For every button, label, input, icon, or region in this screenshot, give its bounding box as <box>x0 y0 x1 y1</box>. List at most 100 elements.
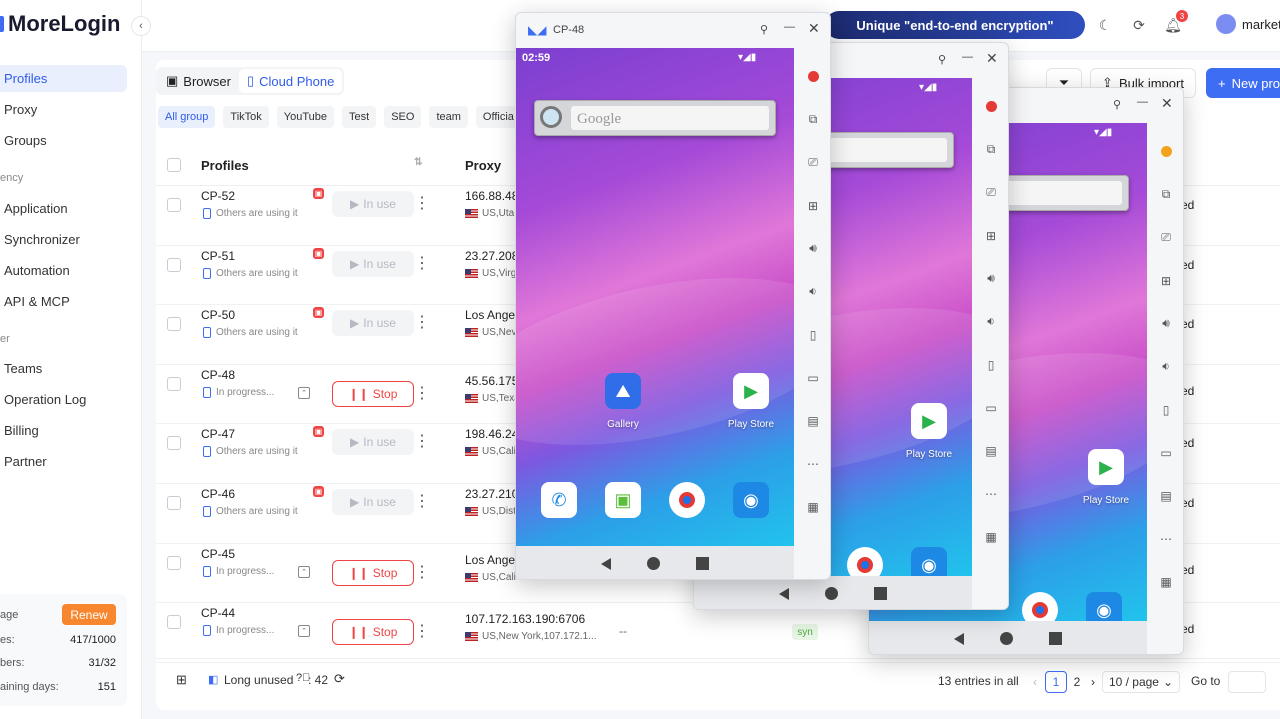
google-search-bar[interactable]: Google <box>534 100 776 136</box>
minimize-icon[interactable]: — <box>784 21 795 33</box>
goto-input[interactable] <box>1228 671 1266 693</box>
group-all[interactable]: All group <box>158 106 216 128</box>
more-actions-icon[interactable]: ⋮ <box>414 312 430 332</box>
profile-name[interactable]: CP-50 <box>201 308 235 322</box>
phone-dialer-icon[interactable]: ✆ <box>541 482 577 518</box>
volume-down-icon[interactable]: 🔉︎ <box>1162 345 1170 388</box>
video-icon[interactable]: ▭ <box>807 356 818 399</box>
keyboard-icon[interactable]: ▦ <box>807 485 818 528</box>
pin-icon[interactable]: ⚲ <box>1113 98 1121 111</box>
more-actions-icon[interactable]: ⋮ <box>414 383 430 403</box>
row-checkbox[interactable] <box>167 317 181 332</box>
profile-name[interactable]: CP-51 <box>201 249 235 263</box>
video-icon[interactable]: ▭ <box>1160 431 1171 474</box>
sidebar-item-groups[interactable]: Groups <box>0 127 127 154</box>
record-icon[interactable] <box>985 85 997 128</box>
user-menu[interactable]: marketi <box>1216 14 1280 34</box>
play-store-icon[interactable]: ▶ <box>911 403 947 439</box>
more-icon[interactable]: ⋯ <box>1160 517 1172 560</box>
sidebar-item-api-mcp[interactable]: API & MCP <box>0 288 127 315</box>
profile-name[interactable]: CP-48 <box>201 368 235 382</box>
chrome-icon[interactable] <box>669 482 705 518</box>
profile-name[interactable]: CP-47 <box>201 427 235 441</box>
copy-icon[interactable]: ⧉ <box>1162 173 1171 216</box>
keyboard-icon[interactable]: ▦ <box>985 515 996 558</box>
row-checkbox[interactable] <box>167 376 181 391</box>
close-icon[interactable]: ✕ <box>1161 95 1173 112</box>
profile-name[interactable]: CP-45 <box>201 547 235 561</box>
more-icon[interactable]: ⋯ <box>985 472 997 515</box>
row-checkbox[interactable] <box>167 615 181 630</box>
back-icon[interactable] <box>779 587 789 600</box>
tab-browser[interactable]: ▣ Browser <box>158 69 239 93</box>
screen-icon[interactable]: ⎚ <box>986 171 996 214</box>
prev-page-icon[interactable]: ‹ <box>1028 671 1042 693</box>
home-icon[interactable] <box>1000 632 1013 645</box>
refresh-icon[interactable]: ⟳ <box>1130 16 1148 34</box>
phone-window-front[interactable]: ◣◢ CP-48 ⚲ — ✕ 02:59 ▾◢▮ Google ⛰ Galler… <box>515 12 831 580</box>
more-actions-icon[interactable]: ⋮ <box>414 562 430 582</box>
pin-icon[interactable]: ⚲ <box>938 53 946 66</box>
screen-icon[interactable]: ⎚ <box>1161 216 1171 259</box>
grid-view-icon[interactable]: ⊞ <box>176 672 187 688</box>
back-icon[interactable] <box>954 632 964 645</box>
chrome-icon[interactable] <box>1022 592 1058 621</box>
record-icon[interactable] <box>807 55 819 98</box>
profile-name[interactable]: CP-44 <box>201 606 235 620</box>
close-icon[interactable]: ✕ <box>808 20 820 37</box>
window-pin-icon[interactable]: ⌃ <box>298 625 310 638</box>
screen-icon[interactable]: ⎚ <box>808 141 818 184</box>
files-icon[interactable]: ▣ <box>605 482 641 518</box>
stop-button[interactable]: ❙❙ Stop <box>332 559 414 586</box>
profile-name[interactable]: CP-46 <box>201 487 235 501</box>
clipboard-icon[interactable]: ▤ <box>1160 474 1171 517</box>
sidebar-item-partner[interactable]: Partner <box>0 448 127 475</box>
more-actions-icon[interactable]: ⋮ <box>414 621 430 641</box>
window-pin-icon[interactable]: ⌃ <box>298 386 310 399</box>
more-actions-icon[interactable]: ⋮ <box>414 193 430 213</box>
page-2[interactable]: 2 <box>1070 671 1084 693</box>
encryption-promo-banner[interactable]: Unique "end-to-end encryption" <box>825 11 1085 39</box>
stop-button[interactable]: ❙❙ Stop <box>332 380 414 407</box>
rotate-icon[interactable]: ▯ <box>1163 388 1170 431</box>
phone-screen[interactable]: 02:59 ▾◢▮ Google ⛰ Gallery ▶ Play Store … <box>516 48 794 546</box>
grid-icon[interactable]: ⊞ <box>1161 259 1171 302</box>
chrome-icon[interactable] <box>847 547 883 576</box>
long-unused-label[interactable]: Long unused <box>224 673 293 687</box>
sidebar-item-synchronizer[interactable]: Synchronizer <box>0 226 127 253</box>
camera-icon[interactable]: ◉ <box>1086 592 1122 621</box>
copy-icon[interactable]: ⧉ <box>987 128 996 171</box>
volume-up-icon[interactable]: 🔊︎ <box>809 227 817 270</box>
group-tiktok[interactable]: TikTok <box>223 106 269 128</box>
sidebar-item-teams[interactable]: Teams <box>0 355 127 382</box>
row-checkbox[interactable] <box>167 198 181 212</box>
sidebar-item-application[interactable]: Application <box>0 195 127 222</box>
renew-button[interactable]: Renew <box>62 604 116 625</box>
sidebar-item-billing[interactable]: Billing <box>0 417 127 444</box>
close-icon[interactable]: ✕ <box>986 50 998 67</box>
stop-button[interactable]: ❙❙ Stop <box>332 619 414 646</box>
home-icon[interactable] <box>825 587 838 600</box>
profile-name[interactable]: CP-52 <box>201 189 235 203</box>
group-test[interactable]: Test <box>342 106 377 128</box>
select-all-checkbox[interactable] <box>167 158 181 172</box>
more-actions-icon[interactable]: ⋮ <box>414 491 430 511</box>
clipboard-icon[interactable]: ▤ <box>985 429 996 472</box>
volume-up-icon[interactable]: 🔊︎ <box>987 257 995 300</box>
pin-icon[interactable]: ⚲ <box>760 23 768 36</box>
collapse-sidebar-button[interactable]: ‹ <box>131 16 151 36</box>
tab-cloud-phone[interactable]: ▯ Cloud Phone <box>238 69 343 93</box>
volume-down-icon[interactable]: 🔉︎ <box>987 300 995 343</box>
clipboard-icon[interactable]: ▤ <box>807 399 818 442</box>
grid-icon[interactable]: ⊞ <box>808 184 818 227</box>
sidebar-item-proxy[interactable]: Proxy <box>0 96 127 123</box>
next-page-icon[interactable]: › <box>1086 671 1100 693</box>
grid-icon[interactable]: ⊞ <box>986 214 996 257</box>
minimize-icon[interactable]: — <box>962 51 973 63</box>
reload-icon[interactable]: ⟳ <box>334 671 345 687</box>
group-team[interactable]: team <box>429 106 468 128</box>
rotate-icon[interactable]: ▯ <box>988 343 995 386</box>
copy-icon[interactable]: ⧉ <box>809 98 818 141</box>
sidebar-item-profiles[interactable]: Profiles <box>0 65 127 92</box>
row-checkbox[interactable] <box>167 496 181 510</box>
